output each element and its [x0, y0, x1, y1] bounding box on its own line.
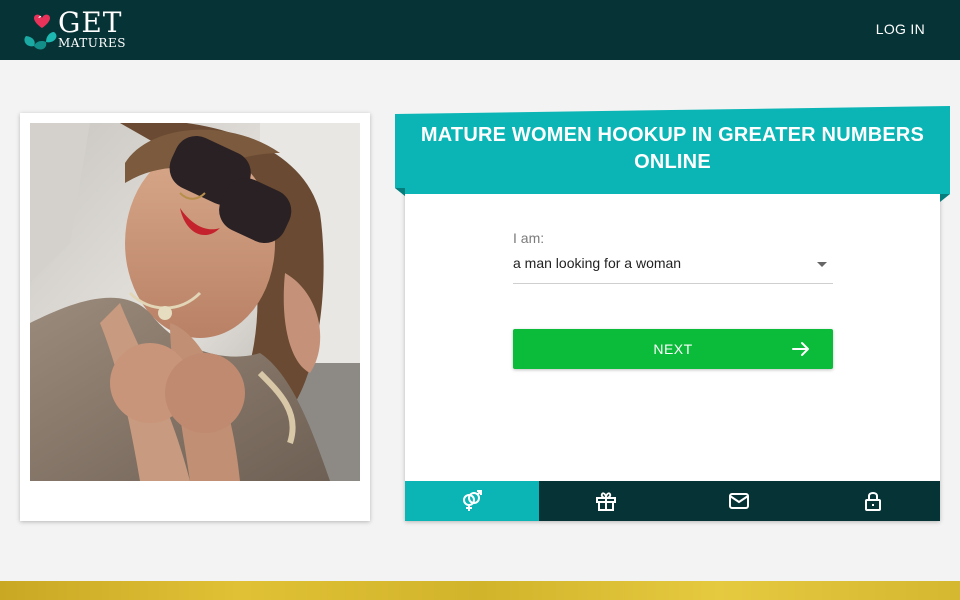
profile-photo [30, 123, 360, 481]
signup-steps-bar [405, 481, 940, 521]
gift-icon [595, 492, 616, 511]
login-link[interactable]: LOG IN [876, 21, 925, 37]
seeking-select-value: a man looking for a woman [513, 255, 682, 271]
step-gender[interactable] [405, 481, 539, 521]
step-gift[interactable] [539, 481, 673, 521]
step-lock[interactable] [806, 481, 940, 521]
profile-photo-card [20, 113, 370, 521]
logo-text-get: GET [58, 6, 123, 39]
logo-text-matures: MATURES [58, 36, 126, 50]
site-logo[interactable]: GET MATURES [20, 8, 135, 52]
caret-down-icon [817, 262, 827, 267]
arrow-right-icon [792, 342, 809, 356]
iam-label: I am: [513, 230, 545, 246]
seeking-select[interactable]: a man looking for a woman [513, 252, 833, 284]
lock-icon [865, 492, 882, 511]
top-header: GET MATURES LOG IN [0, 0, 960, 60]
bottom-banner-strip [0, 581, 960, 600]
step-mail[interactable] [673, 481, 807, 521]
profile-photo-image [30, 123, 360, 481]
next-button-label: NEXT [653, 341, 693, 357]
signup-title: MATURE WOMEN HOOKUP IN GREATER NUMBERS O… [420, 124, 925, 173]
next-button[interactable]: NEXT [513, 329, 833, 369]
mail-icon [729, 493, 750, 509]
gender-icon [462, 490, 482, 511]
